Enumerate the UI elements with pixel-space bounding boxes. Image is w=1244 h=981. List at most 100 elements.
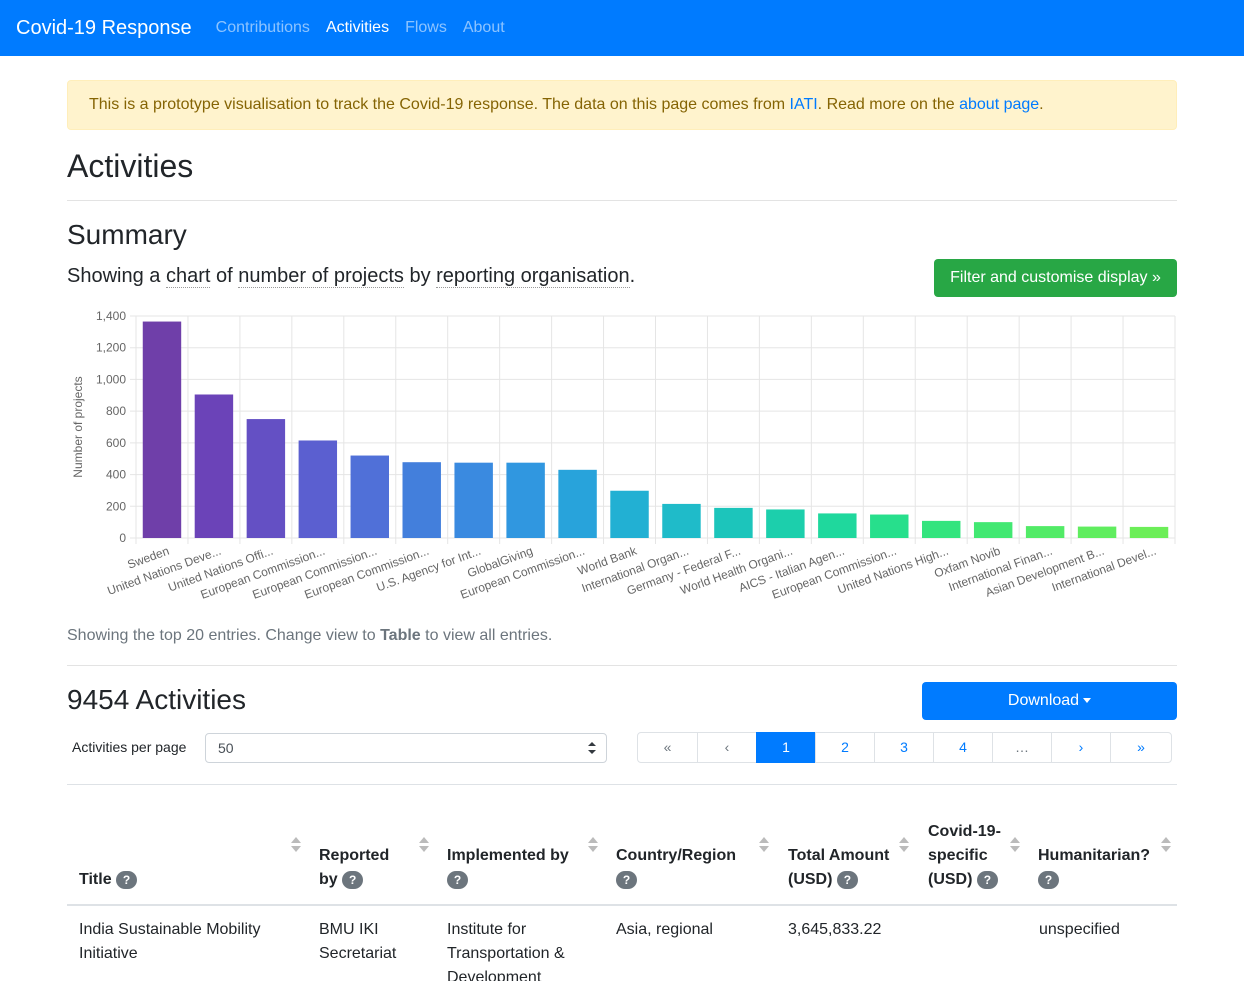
y-tick-label: 1,000 — [96, 372, 126, 386]
bar — [1077, 526, 1117, 538]
sort-icon[interactable] — [588, 837, 598, 853]
per-page-value: 50 — [218, 740, 234, 756]
header-country-region[interactable]: Country/Region ? — [616, 844, 756, 892]
showing-text: Showing a — [67, 265, 161, 287]
page-first[interactable]: « — [637, 732, 698, 763]
activity-title-link[interactable]: India Sustainable Mobility Initiative — [79, 918, 289, 966]
bar — [506, 462, 545, 538]
page-1[interactable]: 1 — [756, 732, 816, 763]
header-country-label: Country/Region — [616, 847, 736, 864]
y-axis-label: Number of projects — [71, 376, 85, 477]
sort-icon[interactable] — [1161, 837, 1171, 853]
help-icon[interactable]: ? — [976, 870, 998, 889]
header-humanitarian-label: Humanitarian? — [1038, 847, 1151, 864]
bar — [662, 503, 701, 538]
page-ellipsis: … — [992, 732, 1052, 763]
summary-bar-chart: 02004006008001,0001,2001,400SwedenUnited… — [71, 309, 1176, 602]
bar — [818, 513, 857, 538]
page-3[interactable]: 3 — [874, 732, 934, 763]
measure-selector[interactable]: number of projects — [238, 265, 404, 288]
chart-config-sentence: Showing a chart of number of projects by… — [67, 263, 635, 289]
sort-icon[interactable] — [1010, 837, 1020, 853]
implemented-by-cell: Institute for Transportation & Developme… — [447, 921, 565, 981]
y-tick-label: 1,200 — [96, 341, 126, 355]
by-text: by — [409, 265, 431, 287]
select-arrows-icon — [588, 742, 596, 754]
help-icon[interactable]: ? — [342, 870, 364, 889]
header-title[interactable]: Title ? — [79, 868, 279, 892]
sort-icon[interactable] — [899, 837, 909, 853]
divider-2 — [67, 665, 1177, 666]
activities-count-title: 9454 Activities — [67, 684, 246, 715]
alert-text: This is a prototype visualisation to tra… — [89, 96, 790, 113]
bar — [142, 321, 182, 538]
per-page-label: Activities per page — [72, 739, 187, 755]
help-icon[interactable]: ? — [116, 870, 138, 889]
per-page-select[interactable]: 50 — [205, 733, 607, 763]
bar — [973, 522, 1013, 538]
pagination: « ‹ 1 2 3 4 … › » — [637, 732, 1172, 763]
nav-activities[interactable]: Activities — [326, 19, 389, 37]
bar — [870, 514, 909, 538]
header-covid-specific[interactable]: Covid-19-specific (USD) ? — [928, 820, 1006, 892]
dimension-selector[interactable]: reporting organisation — [436, 265, 630, 288]
iati-link[interactable]: IATI — [790, 96, 818, 113]
humanitarian-cell: unspecified — [1039, 921, 1120, 938]
activities-table-header: Title ? Reported by ? Implemented by ? C… — [67, 784, 1177, 906]
prototype-alert: This is a prototype visualisation to tra… — [67, 80, 1177, 130]
bar — [402, 462, 441, 538]
bar — [454, 462, 493, 538]
chart-type-selector[interactable]: chart — [165, 265, 211, 288]
sort-icon[interactable] — [419, 837, 429, 853]
divider — [67, 200, 1177, 201]
bar — [714, 507, 753, 538]
reported-by-cell: BMU IKI Secretariat — [319, 921, 397, 962]
header-total-amount[interactable]: Total Amount (USD) ? — [788, 844, 898, 892]
nav-about[interactable]: About — [463, 19, 505, 37]
about-page-link[interactable]: about page — [959, 96, 1039, 113]
bar — [194, 394, 234, 538]
y-tick-label: 400 — [106, 468, 126, 482]
nav-flows[interactable]: Flows — [405, 19, 447, 37]
bar — [1129, 526, 1169, 538]
page-prev[interactable]: ‹ — [697, 732, 757, 763]
note-text-2: to view all entries. — [420, 627, 553, 644]
summary-title: Summary — [67, 219, 187, 250]
help-icon[interactable]: ? — [616, 870, 637, 889]
alert-text-3: . — [1039, 96, 1044, 113]
header-implemented-by-label: Implemented by — [447, 847, 569, 864]
page-4[interactable]: 4 — [933, 732, 993, 763]
caret-down-icon — [1083, 698, 1092, 704]
page-next[interactable]: › — [1051, 732, 1111, 763]
help-icon[interactable]: ? — [1038, 870, 1059, 889]
download-label: Download — [1007, 692, 1080, 709]
nav-contributions[interactable]: Contributions — [216, 19, 310, 37]
header-title-label: Title — [79, 871, 112, 888]
filter-customise-button[interactable]: Filter and customise display » — [934, 259, 1177, 297]
help-icon[interactable]: ? — [836, 870, 858, 889]
bar — [1025, 526, 1065, 538]
bar — [558, 469, 597, 538]
y-tick-label: 200 — [106, 499, 126, 513]
chart-note: Showing the top 20 entries. Change view … — [67, 627, 552, 645]
page-last[interactable]: » — [1110, 732, 1172, 763]
alert-text-2: . Read more on the — [817, 96, 960, 113]
header-reported-by[interactable]: Reported by ? — [319, 844, 399, 892]
country-cell: Asia, regional — [616, 921, 713, 938]
sort-icon[interactable] — [291, 837, 301, 853]
header-implemented-by[interactable]: Implemented by ? — [447, 844, 587, 892]
bar — [766, 509, 805, 538]
header-humanitarian[interactable]: Humanitarian? ? — [1038, 844, 1158, 892]
bar — [246, 419, 286, 538]
page-2[interactable]: 2 — [815, 732, 875, 763]
help-icon[interactable]: ? — [447, 870, 468, 889]
y-tick-label: 800 — [106, 404, 126, 418]
brand-link[interactable]: Covid-19 Response — [16, 17, 192, 40]
navbar: Covid-19 Response Contributions Activiti… — [0, 0, 1244, 56]
period-text: . — [629, 265, 636, 287]
page-title: Activities — [67, 148, 194, 184]
y-tick-label: 0 — [119, 531, 126, 545]
sort-icon[interactable] — [759, 837, 769, 853]
bar — [350, 455, 389, 538]
download-button[interactable]: Download — [922, 682, 1177, 720]
